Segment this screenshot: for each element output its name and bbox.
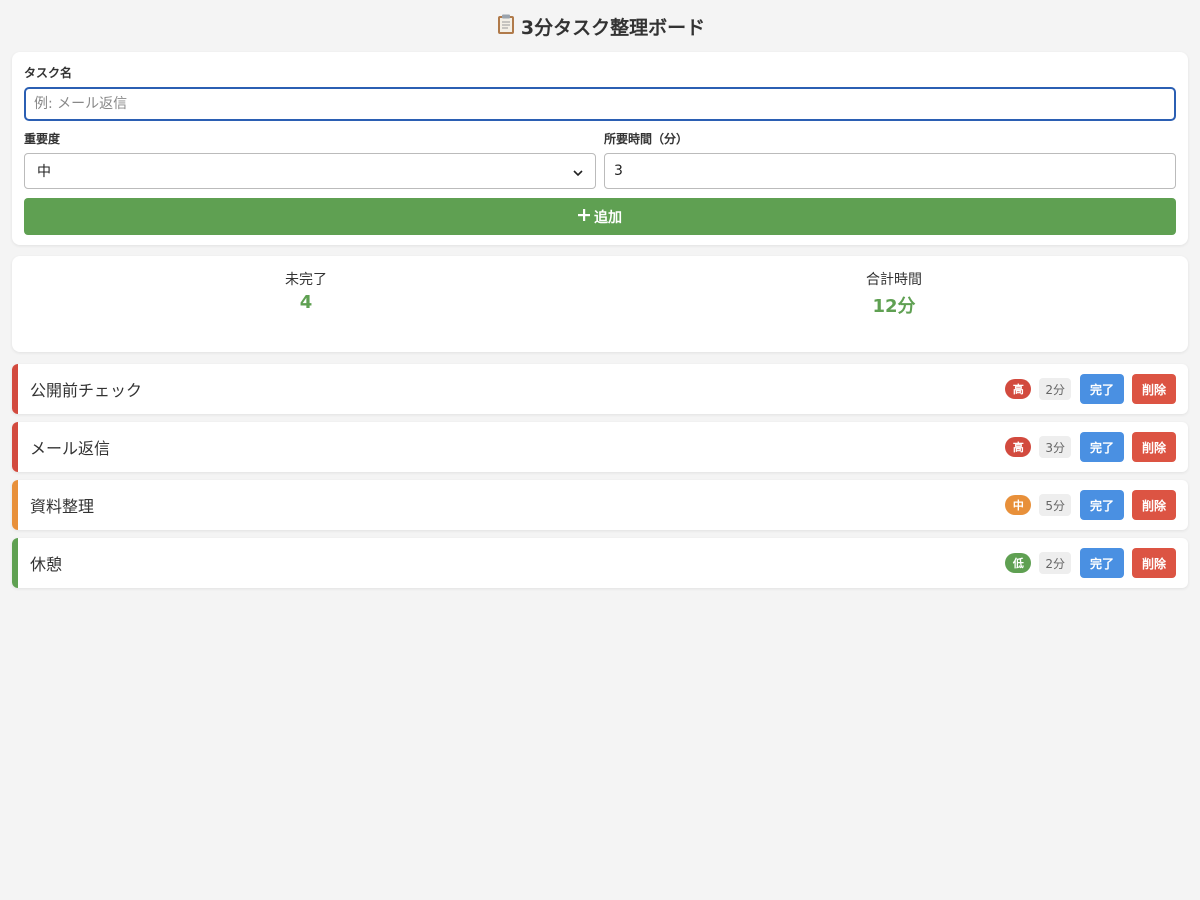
task-list: 公開前チェック 高 2分 完了 削除 メール返信 高 3分 完了 削除 資料整理… xyxy=(12,364,1188,588)
duration-input-value: 3 xyxy=(614,163,623,179)
task-item: メール返信 高 3分 完了 削除 xyxy=(12,422,1188,472)
task-name: 休憩 xyxy=(30,555,63,574)
task-item: 資料整理 中 5分 完了 削除 xyxy=(12,480,1188,530)
complete-button[interactable]: 完了 xyxy=(1080,374,1124,404)
add-button-label: 追加 xyxy=(594,209,622,226)
task-item: 公開前チェック 高 2分 完了 削除 xyxy=(12,364,1188,414)
page-title-text: 3分タスク整理ボード xyxy=(520,17,706,39)
priority-stripe xyxy=(12,538,18,588)
delete-button[interactable]: 削除 xyxy=(1132,548,1176,578)
stat-total-time: 合計時間 12分 xyxy=(600,256,1188,352)
stat-pending: 未完了 4 xyxy=(12,256,600,352)
delete-button[interactable]: 削除 xyxy=(1132,374,1176,404)
task-name: 資料整理 xyxy=(30,497,95,516)
priority-badge: 低 xyxy=(1005,553,1032,573)
priority-label: 重要度 xyxy=(24,132,61,146)
stat-pending-value: 4 xyxy=(299,292,313,313)
task-name: 公開前チェック xyxy=(30,381,143,400)
duration-badge: 2分 xyxy=(1039,552,1071,574)
complete-button[interactable]: 完了 xyxy=(1080,490,1124,520)
chevron-down-icon xyxy=(573,166,583,177)
duration-badge: 2分 xyxy=(1039,378,1071,400)
priority-badge: 高 xyxy=(1005,437,1032,457)
task-form: タスク名 重要度 中 所要時間（分） 3 xyxy=(12,52,1188,245)
priority-stripe xyxy=(12,480,18,530)
duration-input[interactable]: 3 xyxy=(604,153,1176,189)
task-name: メール返信 xyxy=(30,439,111,458)
priority-stripe xyxy=(12,364,18,414)
stat-pending-label: 未完了 xyxy=(285,272,327,288)
plus-icon xyxy=(578,208,590,225)
page-title: 3分タスク整理ボード xyxy=(12,0,1188,52)
priority-select-value: 中 xyxy=(37,164,51,180)
stat-total-time-value: 12分 xyxy=(872,296,916,317)
task-name-input[interactable] xyxy=(24,87,1176,121)
stats-panel: 未完了 4 合計時間 12分 xyxy=(12,256,1188,352)
priority-badge: 高 xyxy=(1005,379,1032,399)
complete-button[interactable]: 完了 xyxy=(1080,432,1124,462)
complete-button[interactable]: 完了 xyxy=(1080,548,1124,578)
priority-badge: 中 xyxy=(1005,495,1032,515)
page: 3分タスク整理ボード タスク名 重要度 中 所要時間（分） 3 xyxy=(0,0,1200,900)
duration-label: 所要時間（分） xyxy=(604,132,689,146)
duration-badge: 3分 xyxy=(1039,436,1071,458)
delete-button[interactable]: 削除 xyxy=(1132,490,1176,520)
duration-badge: 5分 xyxy=(1039,494,1071,516)
priority-stripe xyxy=(12,422,18,472)
delete-button[interactable]: 削除 xyxy=(1132,432,1176,462)
stat-total-time-label: 合計時間 xyxy=(866,272,922,288)
priority-select[interactable]: 中 xyxy=(24,153,596,189)
task-name-label: タスク名 xyxy=(24,66,73,80)
task-item: 休憩 低 2分 完了 削除 xyxy=(12,538,1188,588)
add-button[interactable]: 追加 xyxy=(24,198,1176,235)
clipboard-icon xyxy=(495,13,517,35)
